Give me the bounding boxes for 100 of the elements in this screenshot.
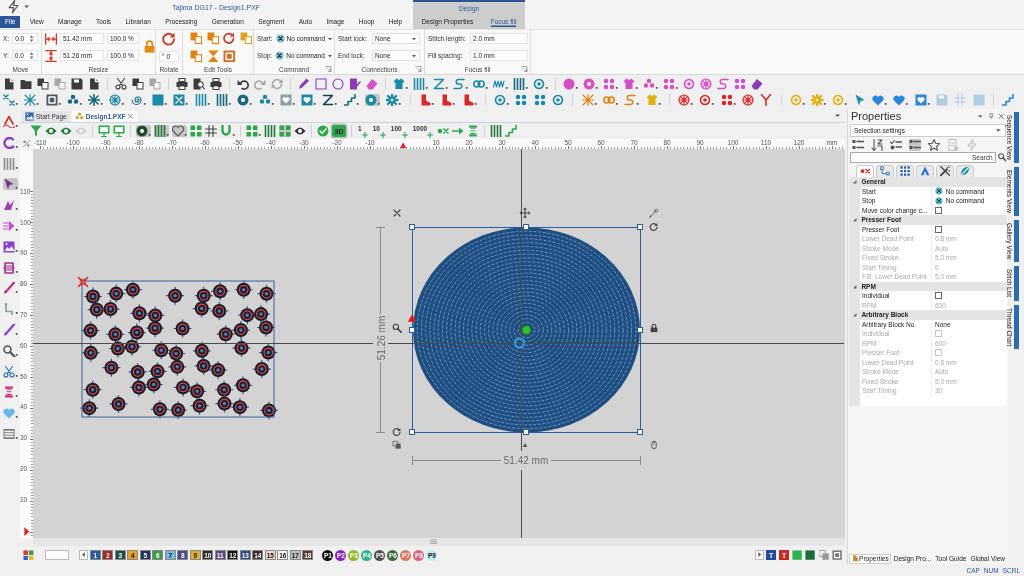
framed-square-icon[interactable] xyxy=(45,94,61,106)
property-tab[interactable] xyxy=(896,165,914,177)
close-icon[interactable] xyxy=(393,209,401,217)
ring-icon[interactable] xyxy=(683,78,695,90)
pencil-icon[interactable] xyxy=(298,78,310,90)
gear-icon[interactable] xyxy=(386,94,402,106)
square-icon[interactable] xyxy=(792,549,803,561)
brush-icon[interactable] xyxy=(2,282,18,295)
linked-rings-icon[interactable] xyxy=(473,78,488,90)
property-tab[interactable] xyxy=(916,165,934,177)
scroll-left-button[interactable] xyxy=(78,550,88,560)
rotate-icon[interactable] xyxy=(392,427,401,436)
grid-icon[interactable] xyxy=(205,125,217,137)
scroll-right-button[interactable] xyxy=(755,550,765,560)
checkbox[interactable] xyxy=(935,206,942,214)
s-curve-icon[interactable] xyxy=(624,94,640,106)
pointer-icon[interactable] xyxy=(853,94,866,106)
lock-icon[interactable] xyxy=(650,323,658,333)
four-dots-icon[interactable] xyxy=(603,78,618,90)
picture-icon[interactable] xyxy=(2,240,18,253)
spool-icon[interactable] xyxy=(467,125,480,137)
undo-icon[interactable] xyxy=(237,78,249,90)
inward-arrows-icon[interactable] xyxy=(77,276,89,288)
columns-icon[interactable] xyxy=(513,78,528,90)
spiral-icon[interactable] xyxy=(130,94,146,106)
circle-outline-icon[interactable] xyxy=(332,78,344,90)
peak-curve-icon[interactable] xyxy=(2,116,18,128)
checklist-icon[interactable] xyxy=(890,139,902,151)
columns-icon[interactable] xyxy=(2,157,18,170)
document-icon[interactable] xyxy=(88,78,100,90)
ring-icon[interactable] xyxy=(533,78,548,90)
heart-outline-icon[interactable] xyxy=(172,125,187,137)
three-dots-icon[interactable] xyxy=(643,78,658,90)
boot-icon[interactable] xyxy=(440,94,456,106)
square-outline-icon[interactable] xyxy=(315,78,327,90)
ring-marker-icon[interactable] xyxy=(514,337,525,349)
arrow-lines-icon[interactable] xyxy=(2,220,18,232)
close-icon[interactable] xyxy=(127,113,135,120)
spool-icon[interactable] xyxy=(2,386,18,399)
starburst-icon[interactable] xyxy=(24,94,40,106)
asterisk-icon[interactable] xyxy=(88,94,104,106)
property-tab[interactable] xyxy=(936,165,954,177)
pin-icon[interactable] xyxy=(987,112,995,120)
fork-icon[interactable] xyxy=(760,94,773,106)
hook-icon[interactable] xyxy=(2,303,18,316)
pages-icon[interactable] xyxy=(37,78,49,90)
shirt-icon[interactable] xyxy=(393,78,408,90)
wheel-icon[interactable] xyxy=(700,78,712,90)
corner-arrow-icon[interactable] xyxy=(325,65,332,73)
caret-down-icon[interactable] xyxy=(23,3,31,11)
lightning-icon[interactable] xyxy=(7,0,21,14)
ring-icon[interactable] xyxy=(699,94,715,106)
rotate-icon[interactable] xyxy=(223,31,236,45)
columns-icon[interactable] xyxy=(490,125,503,137)
collapse-arrow-icon[interactable] xyxy=(852,217,858,223)
magnet-icon[interactable] xyxy=(220,125,235,137)
columns-icon[interactable] xyxy=(413,78,428,90)
pointer-icon[interactable] xyxy=(2,178,18,191)
columns-icon[interactable] xyxy=(154,125,169,137)
collapse-arrow-icon[interactable] xyxy=(852,179,858,185)
sort-icon[interactable] xyxy=(871,139,883,151)
collapse-arrow-icon[interactable] xyxy=(852,312,858,318)
funnel-icon[interactable] xyxy=(30,125,42,137)
heart-icon[interactable] xyxy=(872,94,888,106)
center-dot-icon[interactable] xyxy=(521,325,532,335)
printer-icon[interactable] xyxy=(176,78,188,90)
page-magnifier-icon[interactable] xyxy=(193,78,205,90)
framed-square-icon[interactable] xyxy=(831,549,842,561)
arc-icon[interactable] xyxy=(2,136,18,149)
ring-icon[interactable] xyxy=(552,94,564,106)
hourglass-icon[interactable] xyxy=(206,49,220,63)
four-dots-icon[interactable] xyxy=(720,94,736,106)
steps-icon[interactable] xyxy=(343,94,359,106)
starburst-icon[interactable] xyxy=(581,94,597,106)
wheel-icon[interactable] xyxy=(678,94,694,106)
right-arrow-icon[interactable] xyxy=(452,125,465,137)
pages-icon[interactable] xyxy=(132,78,144,90)
close-icon[interactable] xyxy=(998,112,1005,120)
scissors-icon[interactable] xyxy=(2,365,18,378)
three-dots-icon[interactable] xyxy=(66,94,82,106)
corner-arrow-icon[interactable] xyxy=(415,65,422,73)
checkbox[interactable] xyxy=(935,225,942,233)
drum-icon[interactable] xyxy=(2,261,18,274)
s-curve-icon[interactable] xyxy=(453,78,468,90)
layers-icon[interactable] xyxy=(392,440,401,449)
eye-icon[interactable] xyxy=(45,125,57,137)
eraser-icon[interactable] xyxy=(751,78,763,90)
columns-icon[interactable] xyxy=(215,94,231,106)
selected-spiral-embroidery-drawing[interactable] xyxy=(409,224,643,435)
four-dots-icon[interactable] xyxy=(734,78,746,90)
zigzag-icon[interactable] xyxy=(322,94,338,106)
corner-arrow-icon[interactable] xyxy=(521,65,528,73)
heart-tile-icon[interactable] xyxy=(279,94,295,106)
eraser-icon[interactable] xyxy=(366,78,378,90)
scissors-icon[interactable] xyxy=(115,78,127,90)
four-dots-icon[interactable] xyxy=(663,78,678,90)
ring-icon[interactable] xyxy=(494,94,510,106)
move-arrows-icon[interactable] xyxy=(519,207,531,219)
eye-icon[interactable] xyxy=(294,125,306,137)
framed-square-icon[interactable] xyxy=(223,49,236,63)
